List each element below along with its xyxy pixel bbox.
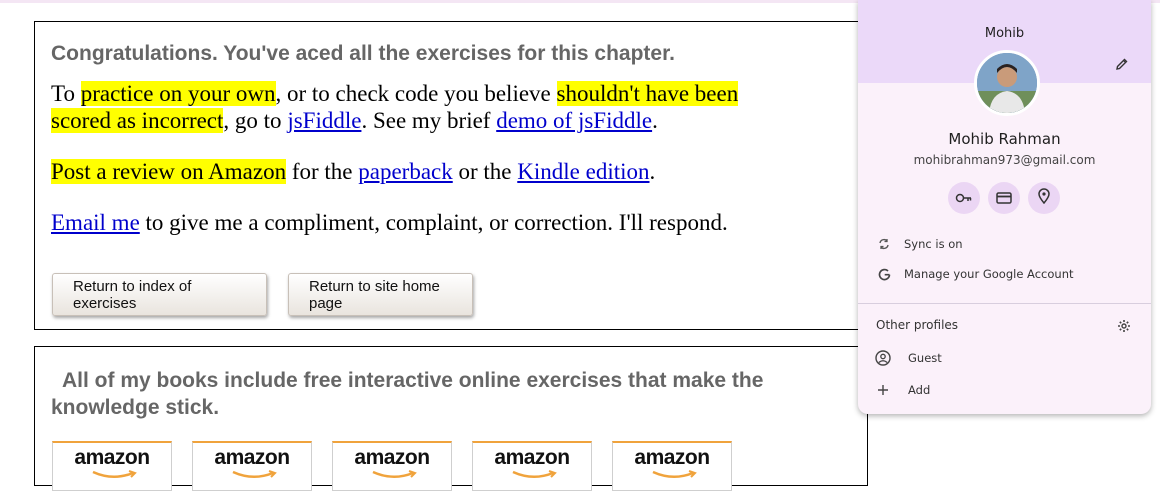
menu-divider	[858, 303, 1151, 304]
profile-menu: Mohib Mohib Rahman mohibrahman973@gmail.…	[858, 0, 1151, 414]
credit-card-icon	[996, 189, 1012, 208]
amazon-logo-row: amazon amazon amazon amazon amazon	[52, 441, 732, 491]
button-row: Return to index of exercises Return to s…	[52, 273, 473, 316]
text: . See my brief	[361, 108, 497, 133]
profile-label: Mohib	[984, 26, 1025, 41]
profile-full-name: Mohib Rahman	[948, 130, 1061, 148]
amazon-logo-text: amazon	[74, 446, 150, 469]
return-to-index-button[interactable]: Return to index of exercises	[52, 273, 267, 316]
amazon-book-link[interactable]: amazon	[472, 441, 592, 491]
books-heading: All of my books include free interactive…	[51, 369, 764, 419]
avatar[interactable]	[974, 50, 1040, 116]
email-paragraph: Email me to give me a compliment, compla…	[51, 209, 851, 236]
text: for the	[286, 159, 359, 184]
guest-profile-row[interactable]: Guest	[858, 344, 1151, 372]
amazon-book-link[interactable]: amazon	[612, 441, 732, 491]
key-icon	[955, 189, 973, 208]
amazon-smile-icon	[92, 470, 137, 478]
amazon-smile-icon	[512, 470, 557, 478]
passwords-button[interactable]	[948, 182, 980, 214]
text: , go to	[223, 108, 288, 133]
payment-methods-button[interactable]	[988, 182, 1020, 214]
text: To	[51, 81, 81, 106]
amazon-logo-text: amazon	[494, 446, 570, 469]
text: to give me a compliment, complaint, or c…	[139, 210, 728, 235]
amazon-smile-icon	[372, 470, 417, 478]
google-icon	[858, 268, 904, 281]
amazon-smile-icon	[652, 470, 697, 478]
amazon-logo-text: amazon	[634, 446, 710, 469]
other-profiles-heading: Other profiles	[876, 318, 959, 332]
amazon-logo-text: amazon	[214, 446, 290, 469]
amazon-book-link[interactable]: amazon	[332, 441, 452, 491]
review-paragraph: Post a review on Amazon for the paperbac…	[51, 158, 851, 185]
email-me-link[interactable]: Email me	[51, 210, 140, 235]
gear-icon[interactable]	[1117, 318, 1131, 337]
highlight-review: Post a review on Amazon	[51, 159, 287, 184]
jsfiddle-link[interactable]: jsFiddle	[287, 108, 361, 133]
amazon-book-link[interactable]: amazon	[192, 441, 312, 491]
add-label: Add	[908, 383, 931, 397]
addresses-button[interactable]	[1028, 182, 1060, 214]
sync-label: Sync is on	[904, 237, 963, 251]
add-profile-row[interactable]: Add	[858, 376, 1151, 404]
guest-label: Guest	[908, 351, 942, 365]
exercise-complete-box: Congratulations. You've aced all the exe…	[34, 21, 868, 330]
jsfiddle-demo-link[interactable]: demo of jsFiddle	[496, 108, 652, 133]
text: or the	[452, 159, 518, 184]
text: .	[649, 159, 656, 184]
text: , or to check code you believe	[275, 81, 557, 106]
manage-google-account-row[interactable]: Manage your Google Account	[858, 260, 1151, 288]
congrats-heading: Congratulations. You've aced all the exe…	[51, 42, 675, 65]
highlight-incorrect-a: shouldn't have been	[556, 81, 739, 106]
sync-status-row[interactable]: Sync is on	[858, 230, 1151, 258]
person-circle-icon	[858, 350, 908, 366]
profile-quick-actions	[948, 182, 1060, 214]
practice-paragraph: To practice on your own, or to check cod…	[51, 80, 851, 134]
text: .	[652, 108, 658, 133]
highlight-incorrect-b: scored as incorrect	[51, 108, 224, 133]
amazon-logo-text: amazon	[354, 446, 430, 469]
amazon-book-link[interactable]: amazon	[52, 441, 172, 491]
highlight-practice: practice on your own	[80, 81, 276, 106]
return-to-home-button[interactable]: Return to site home page	[288, 273, 473, 316]
plus-icon	[858, 384, 908, 396]
profile-email: mohibrahman973@gmail.com	[913, 153, 1096, 167]
sync-icon	[858, 238, 904, 250]
manage-account-label: Manage your Google Account	[904, 267, 1074, 281]
paperback-link[interactable]: paperback	[358, 159, 453, 184]
amazon-smile-icon	[232, 470, 277, 478]
kindle-link[interactable]: Kindle edition	[517, 159, 649, 184]
location-pin-icon	[1038, 188, 1050, 208]
books-box: All of my books include free interactive…	[34, 346, 868, 491]
pencil-icon[interactable]	[1115, 56, 1129, 75]
